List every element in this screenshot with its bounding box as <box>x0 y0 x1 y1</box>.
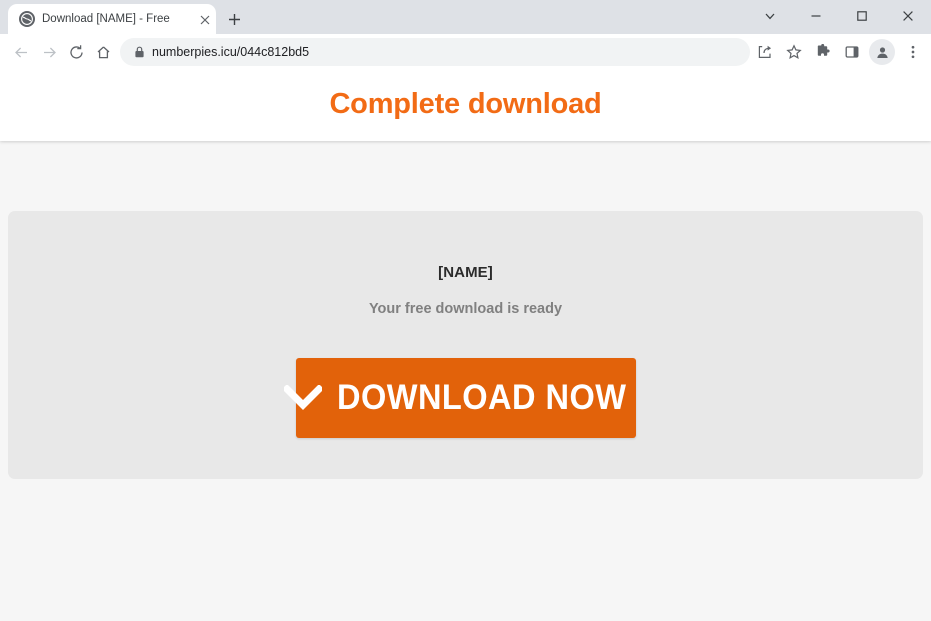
page-header-band: Complete download <box>0 71 931 141</box>
side-panel-icon[interactable] <box>837 38 866 66</box>
forward-button[interactable] <box>35 38 63 66</box>
home-button[interactable] <box>89 38 117 66</box>
tab-title: Download [NAME] - Free <box>42 13 170 25</box>
minimize-button[interactable] <box>793 0 839 32</box>
address-bar[interactable]: numberpies.icu/044c812bd5 <box>120 38 750 66</box>
tab-close-button[interactable] <box>196 11 213 28</box>
tab-search-button[interactable] <box>747 0 793 32</box>
toolbar-right-icons <box>750 38 927 66</box>
chevron-down-icon <box>283 381 323 415</box>
browser-tab-active[interactable]: Download [NAME] - Free <box>8 4 216 34</box>
page-title: Complete download <box>329 88 602 120</box>
download-now-button[interactable]: DOWNLOAD NOW <box>284 358 636 438</box>
chrome-menu-icon[interactable] <box>898 38 927 66</box>
download-now-label: DOWNLOAD NOW <box>337 378 627 417</box>
share-icon[interactable] <box>750 38 779 66</box>
close-window-button[interactable] <box>885 0 931 32</box>
back-button[interactable] <box>7 38 35 66</box>
maximize-button[interactable] <box>839 0 885 32</box>
address-bar-url: numberpies.icu/044c812bd5 <box>152 45 310 59</box>
window-controls <box>747 0 931 32</box>
download-card: [NAME] Your free download is ready DOWNL… <box>8 211 923 479</box>
lock-icon <box>132 45 146 59</box>
download-status-text: Your free download is ready <box>368 301 563 317</box>
extensions-puzzle-icon[interactable] <box>808 38 837 66</box>
profile-avatar-icon[interactable] <box>869 39 895 65</box>
globe-icon <box>19 11 35 27</box>
reload-button[interactable] <box>62 38 90 66</box>
new-tab-button[interactable] <box>221 6 247 32</box>
file-name-label: [NAME] <box>438 264 493 281</box>
browser-toolbar: numberpies.icu/044c812bd5 <box>0 34 931 71</box>
bookmark-star-icon[interactable] <box>779 38 808 66</box>
browser-window: Download [NAME] - Free numberpies.icu/04… <box>0 0 931 621</box>
tab-strip: Download [NAME] - Free <box>0 0 931 34</box>
page-viewport: Complete download [NAME] Your free downl… <box>0 71 931 621</box>
